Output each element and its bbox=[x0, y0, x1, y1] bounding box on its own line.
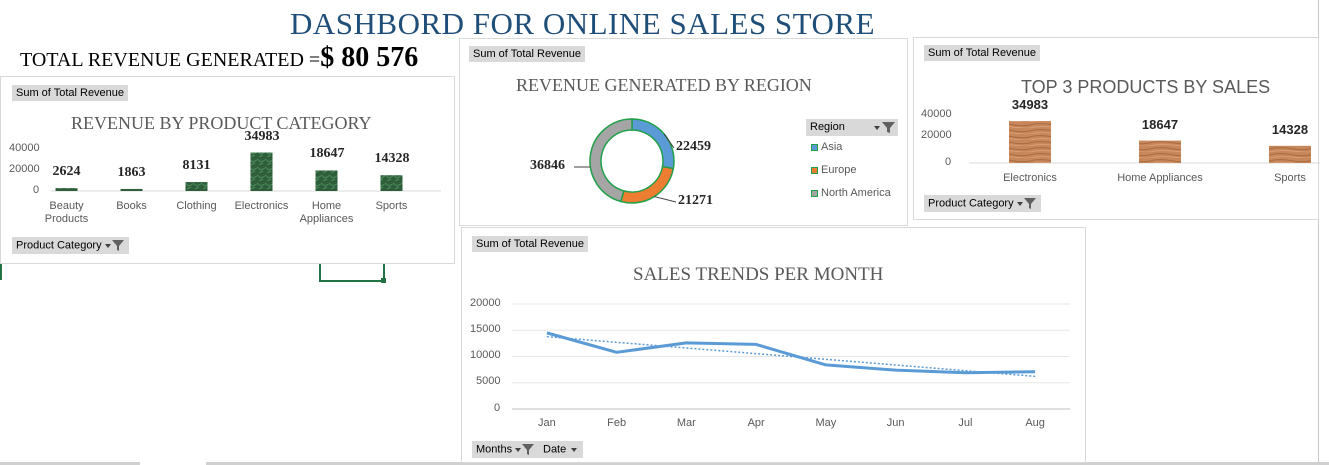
x-tick: Home Appliances bbox=[1117, 172, 1203, 184]
legend-item: North America bbox=[811, 187, 891, 199]
x-tick: Mar bbox=[676, 417, 696, 429]
data-label: 22459 bbox=[676, 139, 711, 154]
legend-swatch bbox=[811, 166, 818, 174]
fill-handle[interactable] bbox=[381, 278, 386, 283]
x-tick: Sports bbox=[375, 200, 408, 212]
legend-label: Europe bbox=[821, 164, 857, 176]
bar[interactable] bbox=[55, 188, 78, 191]
x-tick: Appliances bbox=[299, 213, 354, 225]
filter-label: Product Category bbox=[928, 197, 1014, 210]
bar[interactable] bbox=[315, 170, 338, 191]
filter-funnel-icon bbox=[104, 240, 124, 251]
filter-label: Months bbox=[476, 443, 513, 456]
dashboard-title: DASHBORD FOR ONLINE SALES STORE bbox=[290, 6, 876, 41]
x-tick: Apr bbox=[747, 417, 765, 429]
bar[interactable] bbox=[250, 152, 273, 191]
filter-button-date[interactable]: Date bbox=[539, 441, 584, 458]
total-revenue-value: $ 80 576 bbox=[320, 42, 419, 73]
x-tick: Aug bbox=[1025, 417, 1045, 429]
donut-slice[interactable] bbox=[631, 118, 675, 170]
x-tick: Sports bbox=[1274, 172, 1306, 184]
filter-label: Product Category bbox=[16, 239, 102, 252]
legend-swatch bbox=[811, 143, 818, 151]
filter-button-product-category[interactable]: Product Category bbox=[12, 237, 129, 254]
bar[interactable] bbox=[1269, 145, 1311, 163]
x-tick: May bbox=[815, 417, 837, 429]
legend-label: Asia bbox=[821, 141, 843, 153]
filter-button-product-category[interactable]: Product Category bbox=[924, 195, 1041, 212]
bar[interactable] bbox=[1139, 140, 1181, 163]
top3-chart-panel[interactable]: Sum of Total Revenue TOP 3 PRODUCTS BY S… bbox=[913, 37, 1320, 220]
filter-button-region[interactable]: Region bbox=[806, 119, 898, 136]
trend-chart-panel[interactable]: Sum of Total Revenue SALES TRENDS PER MO… bbox=[461, 227, 1086, 463]
total-revenue: TOTAL REVENUE GENERATED =$ 80 576 bbox=[20, 42, 418, 74]
filter-funnel-icon bbox=[874, 122, 895, 133]
filter-funnel-icon bbox=[1016, 198, 1036, 209]
x-tick: Jun bbox=[886, 417, 905, 429]
bar[interactable] bbox=[1009, 121, 1051, 163]
filter-button-months[interactable]: Months bbox=[472, 441, 540, 458]
category-chart-panel[interactable]: Sum of Total Revenue REVENUE BY PRODUCT … bbox=[0, 76, 455, 264]
leader-line bbox=[654, 196, 677, 203]
region-chart-panel[interactable]: Sum of Total Revenue REVENUE GENERATED B… bbox=[459, 38, 908, 226]
x-tick: Products bbox=[44, 213, 89, 225]
donut-slice[interactable] bbox=[619, 165, 675, 204]
bar[interactable] bbox=[120, 188, 143, 191]
data-label: 18647 bbox=[1141, 116, 1179, 132]
legend-item: Europe bbox=[811, 164, 856, 176]
legend-item: Asia bbox=[811, 141, 842, 153]
data-label: 21271 bbox=[678, 193, 713, 208]
x-tick: Jan bbox=[538, 417, 556, 429]
data-label: 1863 bbox=[117, 164, 146, 180]
bar[interactable] bbox=[380, 175, 403, 191]
data-label: 8131 bbox=[182, 158, 211, 174]
x-tick: Electronics bbox=[1003, 172, 1057, 184]
total-revenue-label: TOTAL REVENUE GENERATED = bbox=[20, 49, 321, 71]
data-label: 2624 bbox=[52, 164, 81, 180]
data-label: 18647 bbox=[309, 146, 345, 162]
data-label: 36846 bbox=[530, 158, 565, 173]
donut-slice[interactable] bbox=[589, 118, 633, 203]
x-tick: Jul bbox=[958, 417, 973, 429]
x-tick: Feb bbox=[607, 417, 627, 429]
filter-funnel-icon bbox=[515, 444, 535, 455]
filter-label: Date bbox=[543, 443, 567, 456]
data-label: 34983 bbox=[244, 128, 280, 144]
sales-line[interactable] bbox=[546, 331, 1036, 375]
data-label: 14328 bbox=[374, 151, 410, 167]
cell-selection[interactable] bbox=[319, 262, 385, 282]
bar[interactable] bbox=[185, 182, 208, 191]
dropdown-arrow-icon bbox=[571, 448, 578, 452]
legend-swatch bbox=[811, 189, 818, 197]
data-label: 14328 bbox=[1271, 121, 1309, 137]
top3-bar-chart bbox=[969, 121, 1320, 164]
legend-label: North America bbox=[821, 187, 891, 199]
data-label: 34983 bbox=[1011, 97, 1049, 113]
filter-label: Region bbox=[810, 121, 845, 133]
